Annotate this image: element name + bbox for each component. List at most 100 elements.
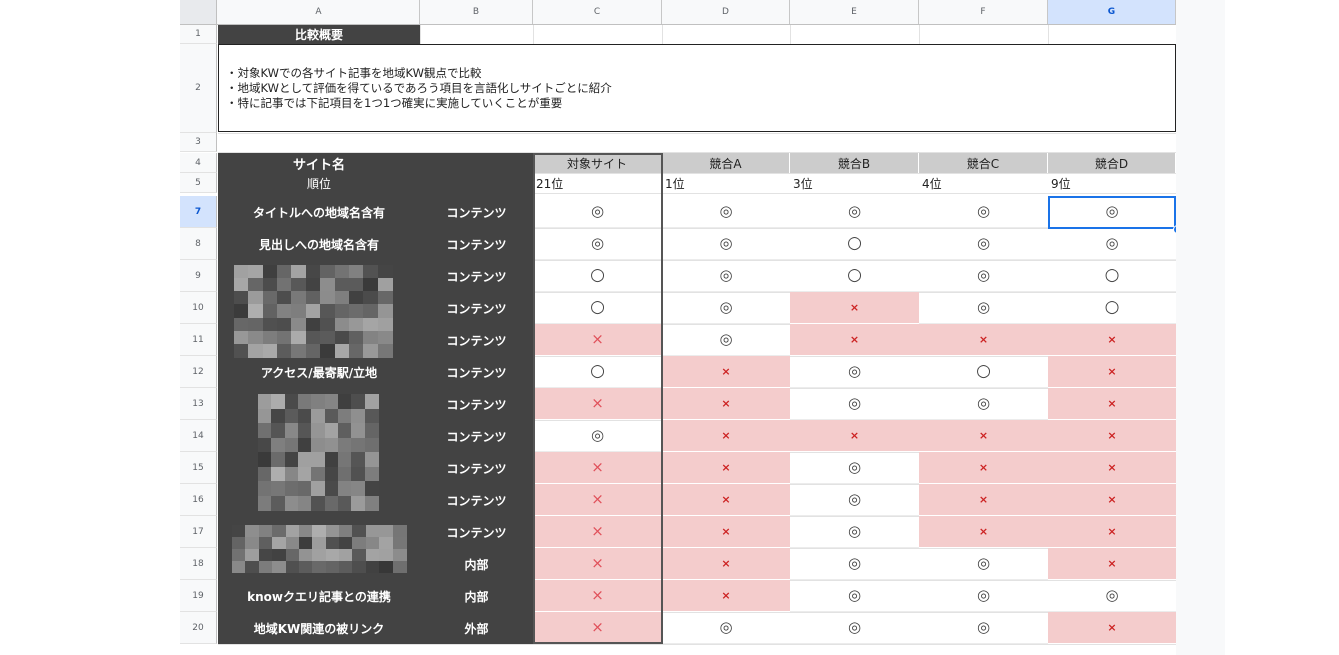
mark-cell[interactable]: × [662, 516, 790, 548]
mark-cell[interactable]: × [533, 580, 662, 612]
row-header-10[interactable]: 10 [180, 292, 217, 324]
mark-cell[interactable]: × [790, 420, 919, 452]
mark-cell[interactable]: × [662, 452, 790, 484]
mark-cell[interactable]: ◎ [790, 356, 919, 388]
mark-cell[interactable]: ○ [533, 260, 662, 292]
mark-cell[interactable]: × [790, 324, 919, 356]
mark-cell[interactable]: × [662, 388, 790, 420]
row-header-4[interactable]: 4 [180, 153, 217, 173]
mark-cell[interactable]: ○ [533, 356, 662, 388]
column-header-e[interactable]: E [790, 0, 919, 24]
mark-cell[interactable]: ◎ [662, 196, 790, 228]
row-header-8[interactable]: 8 [180, 228, 217, 260]
column-header-a[interactable]: A [218, 0, 420, 24]
mark-cell[interactable]: ○ [1048, 292, 1176, 324]
rank-value-3[interactable]: 3位 [790, 173, 919, 193]
site-header-1[interactable]: 対象サイト [533, 153, 662, 173]
row-header-3[interactable]: 3 [180, 133, 217, 152]
spreadsheet-grid[interactable]: ABCDEFG 1 2 3 4 5 7 8 9 10 11 12 13 14 15 16 17 18 19 20 比較… [180, 0, 1225, 655]
mark-cell[interactable]: × [662, 548, 790, 580]
rank-value-5[interactable]: 9位 [1048, 173, 1176, 193]
row-header-13[interactable]: 13 [180, 388, 217, 420]
mark-cell[interactable]: ○ [790, 228, 919, 260]
mark-cell[interactable]: ◎ [919, 548, 1048, 580]
row-header-20[interactable]: 20 [180, 612, 217, 644]
mark-cell[interactable]: ◎ [919, 260, 1048, 292]
mark-cell[interactable]: × [919, 484, 1048, 516]
mark-cell[interactable]: × [662, 580, 790, 612]
mark-cell[interactable]: ◎ [790, 452, 919, 484]
mark-cell[interactable]: ◎ [790, 388, 919, 420]
row-header-11[interactable]: 11 [180, 324, 217, 356]
site-header-4[interactable]: 競合C [919, 153, 1048, 173]
row-header-12[interactable]: 12 [180, 356, 217, 388]
row-header-1[interactable]: 1 [180, 25, 217, 44]
select-all-corner[interactable] [180, 0, 217, 24]
rank-value-4[interactable]: 4位 [919, 173, 1048, 193]
mark-cell[interactable]: × [1048, 516, 1176, 548]
mark-cell[interactable]: × [1048, 420, 1176, 452]
mark-cell[interactable]: × [662, 356, 790, 388]
mark-cell[interactable]: ◎ [919, 196, 1048, 228]
mark-cell[interactable]: × [533, 612, 662, 644]
column-header-d[interactable]: D [662, 0, 790, 24]
mark-cell[interactable]: ◎ [790, 580, 919, 612]
mark-cell[interactable]: ○ [790, 260, 919, 292]
mark-cell[interactable]: ◎ [662, 612, 790, 644]
mark-cell[interactable]: × [919, 324, 1048, 356]
mark-cell[interactable]: ○ [533, 292, 662, 324]
mark-cell[interactable]: × [1048, 388, 1176, 420]
mark-cell[interactable]: ◎ [1048, 580, 1176, 612]
mark-cell[interactable]: × [1048, 548, 1176, 580]
mark-cell[interactable]: ◎ [533, 420, 662, 452]
site-header-3[interactable]: 競合B [790, 153, 919, 173]
mark-cell[interactable]: ◎ [790, 548, 919, 580]
mark-cell[interactable]: × [533, 388, 662, 420]
mark-cell[interactable]: × [533, 452, 662, 484]
mark-cell[interactable]: ◎ [919, 612, 1048, 644]
column-header-f[interactable]: F [919, 0, 1048, 24]
mark-cell[interactable]: ○ [919, 356, 1048, 388]
mark-cell[interactable]: × [662, 420, 790, 452]
row-header-16[interactable]: 16 [180, 484, 217, 516]
mark-cell[interactable]: × [533, 548, 662, 580]
site-header-5[interactable]: 競合D [1048, 153, 1176, 173]
mark-cell[interactable]: ◎ [1048, 196, 1176, 228]
mark-cell[interactable]: ◎ [790, 516, 919, 548]
mark-cell[interactable]: × [919, 452, 1048, 484]
mark-cell[interactable]: ◎ [662, 324, 790, 356]
mark-cell[interactable]: ◎ [662, 292, 790, 324]
row-header-7[interactable]: 7 [180, 196, 217, 228]
site-header-2[interactable]: 競合A [662, 153, 790, 173]
mark-cell[interactable]: ◎ [919, 388, 1048, 420]
mark-cell[interactable]: ◎ [1048, 228, 1176, 260]
mark-cell[interactable]: × [790, 292, 919, 324]
row-header-19[interactable]: 19 [180, 580, 217, 612]
mark-cell[interactable]: × [1048, 612, 1176, 644]
rank-value-2[interactable]: 1位 [662, 173, 790, 193]
mark-cell[interactable]: ◎ [790, 612, 919, 644]
row-header-18[interactable]: 18 [180, 548, 217, 580]
row-header-17[interactable]: 17 [180, 516, 217, 548]
mark-cell[interactable]: ◎ [919, 580, 1048, 612]
row-header-2[interactable]: 2 [180, 44, 217, 133]
mark-cell[interactable]: ◎ [662, 260, 790, 292]
mark-cell[interactable]: × [919, 516, 1048, 548]
rank-value-1[interactable]: 21位 [533, 173, 662, 193]
mark-cell[interactable]: ◎ [919, 228, 1048, 260]
mark-cell[interactable]: × [533, 324, 662, 356]
mark-cell[interactable]: × [919, 420, 1048, 452]
mark-cell[interactable]: × [1048, 324, 1176, 356]
mark-cell[interactable]: ◎ [662, 228, 790, 260]
mark-cell[interactable]: × [1048, 452, 1176, 484]
row-header-14[interactable]: 14 [180, 420, 217, 452]
mark-cell[interactable]: ◎ [533, 228, 662, 260]
mark-cell[interactable]: × [533, 484, 662, 516]
mark-cell[interactable]: ◎ [790, 484, 919, 516]
mark-cell[interactable]: × [533, 516, 662, 548]
column-header-c[interactable]: C [533, 0, 662, 24]
mark-cell[interactable]: × [1048, 484, 1176, 516]
mark-cell[interactable]: × [662, 484, 790, 516]
mark-cell[interactable]: ◎ [533, 196, 662, 228]
row-header-15[interactable]: 15 [180, 452, 217, 484]
